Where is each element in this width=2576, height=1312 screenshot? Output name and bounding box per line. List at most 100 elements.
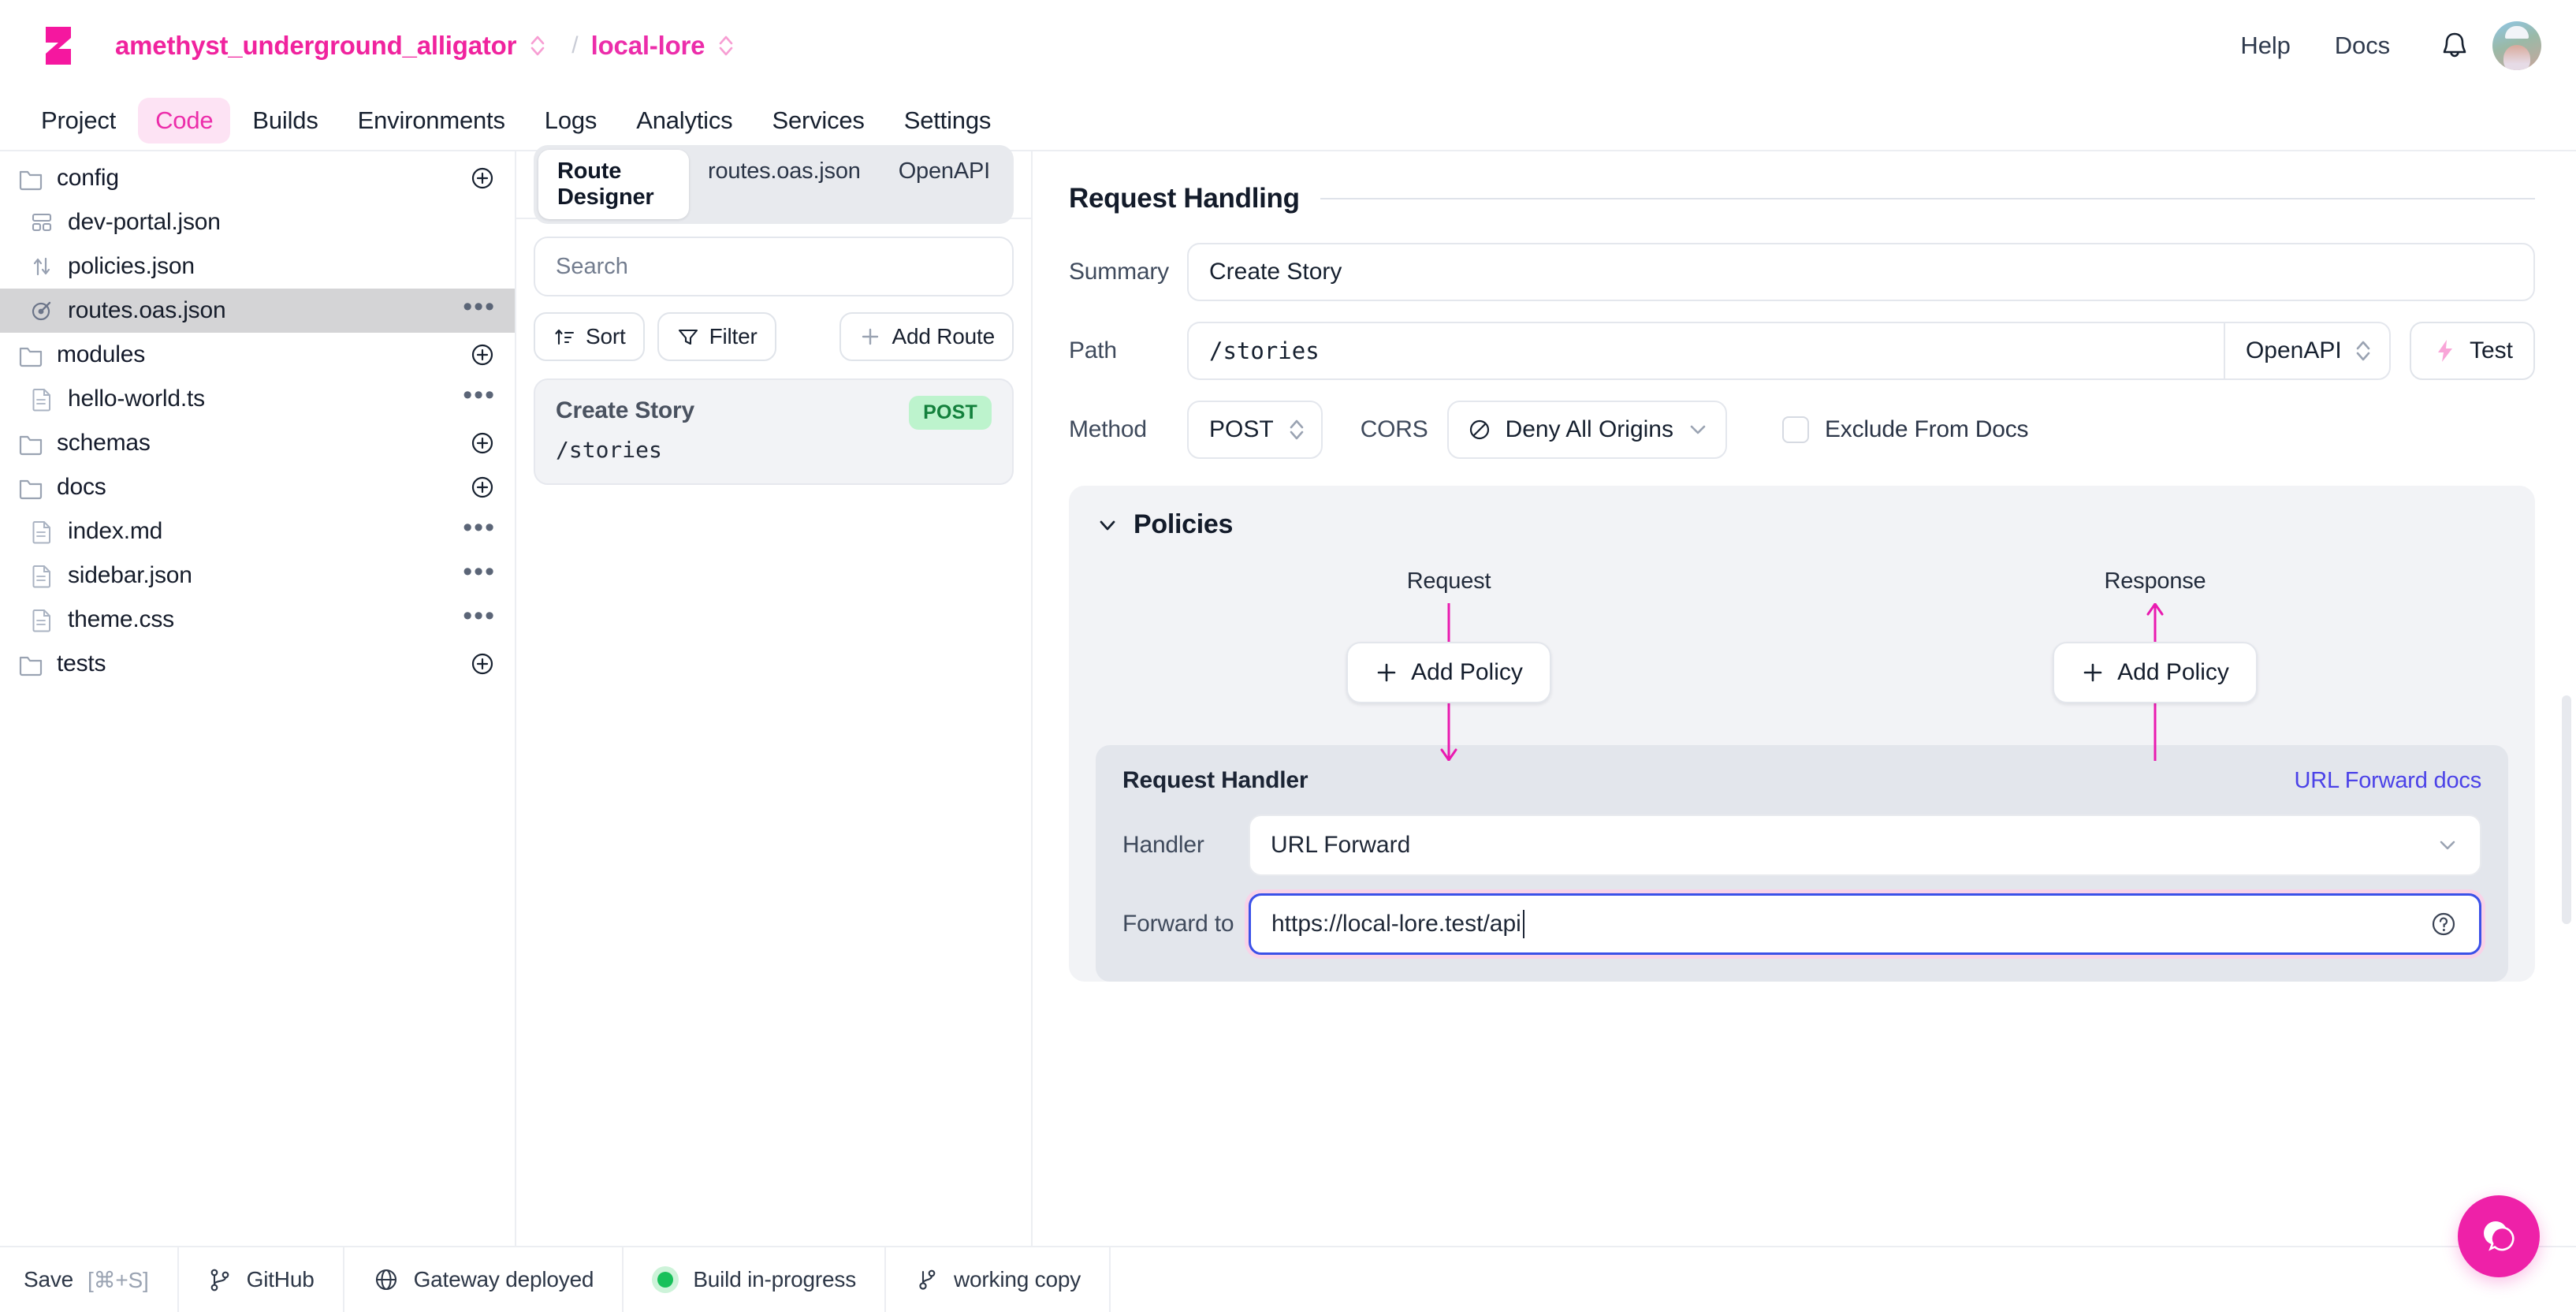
file-actions-button[interactable]: •••	[463, 390, 496, 408]
notification-bell-icon[interactable]	[2437, 28, 2472, 63]
file-actions-button[interactable]: •••	[463, 523, 496, 540]
divider	[1320, 198, 2535, 199]
summary-row: Summary Create Story	[1069, 243, 2535, 301]
path-format-select[interactable]: OpenAPI	[2224, 322, 2391, 380]
git-branch-icon	[207, 1266, 233, 1293]
policies-section: Policies Request	[1069, 486, 2535, 982]
response-policy-column: Response Add Policy	[1802, 568, 2508, 737]
route-method-badge: POST	[909, 396, 992, 430]
file-tree-item-docs[interactable]: docs	[0, 465, 515, 509]
method-select[interactable]: POST	[1187, 401, 1323, 459]
folder-icon	[17, 165, 44, 192]
document-icon	[28, 386, 55, 412]
file-actions-button[interactable]: •••	[463, 611, 496, 628]
nav-item-project[interactable]: Project	[24, 98, 133, 144]
cors-select[interactable]: Deny All Origins	[1447, 401, 1727, 459]
zuplo-z-logo[interactable]	[35, 22, 82, 69]
vertical-scrollbar[interactable]	[2562, 695, 2571, 924]
breadcrumb-environment-name[interactable]: local-lore	[591, 31, 705, 61]
nav-item-logs[interactable]: Logs	[527, 98, 614, 144]
policies-header[interactable]: Policies	[1096, 509, 2508, 540]
status-gateway[interactable]: Gateway deployed	[344, 1247, 624, 1312]
tab-route-designer[interactable]: Route Designer	[538, 150, 689, 219]
file-tree-item-modules[interactable]: modules	[0, 333, 515, 377]
chevron-updown-icon	[1286, 416, 1307, 444]
file-tree-item-tests[interactable]: tests	[0, 642, 515, 686]
nav-item-code[interactable]: Code	[138, 98, 230, 144]
summary-label: Summary	[1069, 259, 1187, 285]
route-list-item[interactable]: Create Story /stories POST	[534, 378, 1014, 485]
chat-widget-button[interactable]	[2458, 1195, 2540, 1277]
file-tree-item-index-md[interactable]: index.md •••	[0, 509, 515, 554]
nav-item-analytics[interactable]: Analytics	[619, 98, 750, 144]
handler-select[interactable]: URL Forward	[1249, 814, 2481, 876]
test-button[interactable]: Test	[2410, 322, 2535, 380]
path-input[interactable]: /stories	[1187, 322, 2224, 380]
help-link[interactable]: Help	[2218, 32, 2312, 60]
filter-button[interactable]: Filter	[657, 312, 776, 361]
add-file-button[interactable]	[469, 341, 496, 368]
document-icon	[28, 562, 55, 589]
lightning-bolt-icon	[2432, 337, 2459, 364]
breadcrumb-project-name[interactable]: amethyst_underground_alligator	[115, 31, 516, 61]
user-avatar[interactable]	[2492, 21, 2541, 70]
file-actions-button[interactable]: •••	[463, 302, 496, 319]
forward-to-input[interactable]: https://local-lore.test/api	[1249, 893, 2481, 955]
nav-item-settings[interactable]: Settings	[887, 98, 1008, 144]
nav-item-builds[interactable]: Builds	[235, 98, 335, 144]
more-options-icon: •••	[463, 390, 496, 408]
url-forward-docs-link[interactable]: URL Forward docs	[2295, 768, 2481, 794]
add-file-button[interactable]	[469, 650, 496, 677]
nav-item-environments[interactable]: Environments	[341, 98, 523, 144]
status-working-copy[interactable]: working copy	[886, 1247, 1111, 1312]
summary-input[interactable]: Create Story	[1187, 243, 2535, 301]
tab-openapi[interactable]: OpenAPI	[880, 150, 1009, 219]
file-tree-item-config[interactable]: config	[0, 156, 515, 200]
file-tree-item-policies-json[interactable]: policies.json	[0, 244, 515, 289]
file-tree-item-routes-oas-json[interactable]: routes.oas.json •••	[0, 289, 515, 333]
sort-button[interactable]: Sort	[534, 312, 645, 361]
add-file-button[interactable]	[469, 165, 496, 192]
file-actions-button[interactable]: •••	[463, 567, 496, 584]
file-tree-item-dev-portal-json[interactable]: dev-portal.json	[0, 200, 515, 244]
route-path: /stories	[556, 437, 992, 463]
more-options-icon: •••	[463, 567, 496, 584]
add-response-policy-button[interactable]: Add Policy	[2053, 642, 2258, 703]
question-circle-icon[interactable]	[2429, 909, 2459, 939]
add-file-button[interactable]	[469, 430, 496, 457]
file-tree-item-schemas[interactable]: schemas	[0, 421, 515, 465]
chat-bubble-icon	[2473, 1210, 2525, 1262]
page-title: Request Handling	[1069, 183, 1300, 214]
exclude-from-docs-checkbox-row[interactable]: Exclude From Docs	[1782, 416, 2028, 443]
exclude-from-docs-label: Exclude From Docs	[1825, 416, 2028, 443]
path-input-group: /stories OpenAPI	[1187, 322, 2391, 380]
folder-icon	[17, 430, 44, 457]
status-github[interactable]: GitHub	[179, 1247, 344, 1312]
chevron-down-icon[interactable]	[1096, 516, 1119, 534]
file-tree-item-theme-css[interactable]: theme.css •••	[0, 598, 515, 642]
more-options-icon: •••	[463, 611, 496, 628]
file-tree-label: modules	[57, 341, 145, 368]
status-build[interactable]: Build in-progress	[624, 1247, 886, 1312]
status-save[interactable]: Save [⌘+S]	[0, 1247, 179, 1312]
plus-circle-icon	[469, 474, 496, 501]
file-tree-label: hello-world.ts	[68, 386, 205, 412]
build-status-label: Build in-progress	[693, 1267, 856, 1292]
exclude-from-docs-checkbox[interactable]	[1782, 416, 1809, 443]
file-tree-item-sidebar-json[interactable]: sidebar.json •••	[0, 554, 515, 598]
add-request-policy-button[interactable]: Add Policy	[1346, 642, 1551, 703]
add-file-button[interactable]	[469, 474, 496, 501]
environment-selector-chevron-icon[interactable]	[713, 32, 739, 59]
plus-icon	[2081, 661, 2105, 684]
handler-value: URL Forward	[1271, 832, 1410, 859]
nav-item-services[interactable]: Services	[754, 98, 881, 144]
docs-link[interactable]: Docs	[2313, 32, 2412, 60]
file-tree-item-hello-world-ts[interactable]: hello-world.ts •••	[0, 377, 515, 421]
funnel-icon	[676, 325, 700, 348]
add-route-button[interactable]: Add Route	[839, 312, 1014, 361]
tab-routes-oas-json[interactable]: routes.oas.json	[689, 150, 880, 219]
search-input[interactable]: Search	[534, 237, 1014, 296]
method-cors-row: Method POST CORS Deny All Origins Exclud…	[1069, 401, 2535, 459]
main-nav: Project Code Builds Environments Logs An…	[0, 91, 2576, 151]
project-selector-chevron-icon[interactable]	[524, 32, 551, 59]
